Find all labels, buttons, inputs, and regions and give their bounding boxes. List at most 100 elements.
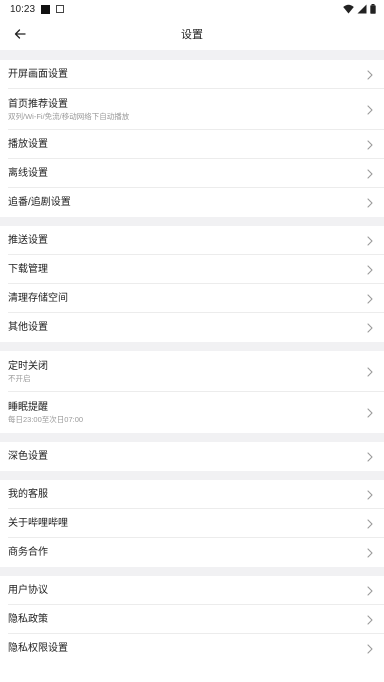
settings-item[interactable]: 关于哔哩哔哩 xyxy=(0,509,384,538)
section-gap xyxy=(0,50,384,60)
settings-item-label: 睡眠提醒 xyxy=(8,401,48,413)
settings-item-texts: 离线设置 xyxy=(8,167,48,180)
notification-box-icon xyxy=(56,5,65,13)
settings-item-label: 用户协议 xyxy=(8,585,48,596)
settings-item-texts: 定时关闭 不开启 xyxy=(8,360,48,384)
settings-item-texts: 睡眠提醒 每日23:00至次日07:00 xyxy=(8,401,83,425)
battery-icon xyxy=(370,4,376,14)
settings-item-label: 清理存储空间 xyxy=(8,293,68,304)
settings-item-subtitle: 每日23:00至次日07:00 xyxy=(8,414,84,424)
chevron-right-icon xyxy=(365,69,375,81)
settings-item[interactable]: 下载管理 xyxy=(0,255,384,284)
settings-item[interactable]: 用户协议 xyxy=(0,576,384,605)
chevron-right-icon xyxy=(365,547,375,559)
chevron-right-icon xyxy=(365,366,375,378)
settings-group: 我的客服关于哔哩哔哩 商务合作 xyxy=(0,480,384,567)
settings-list: 开屏画面设置 首页推荐设置 双列/Wi-Fi/免流/移动网络下自动播放 播放设置 离线设… xyxy=(0,60,384,663)
chevron-right-icon xyxy=(365,643,375,655)
settings-item-label: 开屏画面设置 xyxy=(8,69,68,80)
settings-item[interactable]: 定时关闭 不开启 xyxy=(0,351,384,392)
settings-item-texts: 商务合作 xyxy=(8,546,48,559)
chevron-right-icon xyxy=(365,139,375,151)
settings-group: 开屏画面设置 首页推荐设置 双列/Wi-Fi/免流/移动网络下自动播放 播放设置 离线设… xyxy=(0,60,384,217)
chevron-right-icon xyxy=(365,264,375,276)
settings-item[interactable]: 我的客服 xyxy=(0,480,384,509)
settings-item-texts: 播放设置 xyxy=(8,138,48,151)
settings-item-texts: 下载管理 xyxy=(8,263,48,276)
section-gap xyxy=(0,217,384,226)
settings-group: 推送设置下载管理清理存储空间 其他设置 xyxy=(0,226,384,342)
section-gap xyxy=(0,567,384,576)
settings-item[interactable]: 隐私权限设置 xyxy=(0,634,384,663)
settings-item-texts: 我的客服 xyxy=(8,488,48,501)
settings-item-texts: 清理存储空间 xyxy=(8,292,68,305)
settings-item[interactable]: 隐私政策 xyxy=(0,605,384,634)
chevron-right-icon xyxy=(365,197,375,209)
settings-item-texts: 开屏画面设置 xyxy=(8,68,68,81)
settings-item-label: 下载管理 xyxy=(8,264,48,275)
settings-item[interactable]: 播放设置 xyxy=(0,130,384,159)
chevron-right-icon xyxy=(365,235,375,247)
section-gap xyxy=(0,471,384,480)
settings-item[interactable]: 首页推荐设置 双列/Wi-Fi/免流/移动网络下自动播放 xyxy=(0,89,384,130)
back-arrow-icon xyxy=(14,29,26,39)
settings-item-label: 离线设置 xyxy=(8,168,48,179)
settings-item[interactable]: 其他设置 xyxy=(0,313,384,342)
page-title: 设置 xyxy=(181,29,203,41)
notification-square-icon xyxy=(41,4,51,14)
settings-item-label: 推送设置 xyxy=(8,235,48,246)
settings-item-texts: 推送设置 xyxy=(8,234,48,247)
wifi-icon xyxy=(343,4,354,14)
chevron-right-icon xyxy=(365,585,375,597)
section-gap xyxy=(0,433,384,442)
cellular-icon xyxy=(357,4,367,14)
settings-item-texts: 隐私政策 xyxy=(8,613,48,626)
chevron-right-icon xyxy=(365,104,375,116)
settings-item[interactable]: 商务合作 xyxy=(0,538,384,567)
settings-item-texts: 其他设置 xyxy=(8,321,48,334)
status-bar: 10:23 xyxy=(0,0,384,18)
settings-item[interactable]: 开屏画面设置 xyxy=(0,60,384,89)
settings-item-label: 首页推荐设置 xyxy=(8,98,68,110)
settings-item-label: 定时关闭 xyxy=(8,360,48,372)
chevron-right-icon xyxy=(365,322,375,334)
settings-item-label: 隐私政策 xyxy=(8,614,48,625)
chevron-right-icon xyxy=(365,518,375,530)
chevron-right-icon xyxy=(365,489,375,501)
settings-item-label: 商务合作 xyxy=(8,547,48,558)
settings-item[interactable]: 清理存储空间 xyxy=(0,284,384,313)
settings-item-label: 深色设置 xyxy=(8,451,48,462)
settings-item-subtitle: 不开启 xyxy=(8,373,31,383)
back-button[interactable] xyxy=(0,18,40,50)
settings-item-label: 播放设置 xyxy=(8,139,48,150)
chevron-right-icon xyxy=(365,168,375,180)
settings-item-subtitle: 双列/Wi-Fi/免流/移动网络下自动播放 xyxy=(8,111,130,121)
status-time: 10:23 xyxy=(10,3,36,15)
settings-item[interactable]: 追番/追剧设置 xyxy=(0,188,384,217)
settings-item-label: 关于哔哩哔哩 xyxy=(8,518,68,529)
settings-item[interactable]: 离线设置 xyxy=(0,159,384,188)
settings-group: 深色设置 xyxy=(0,442,384,471)
settings-item-label: 隐私权限设置 xyxy=(8,643,68,654)
chevron-right-icon xyxy=(365,451,375,463)
settings-item[interactable]: 推送设置 xyxy=(0,226,384,255)
chevron-right-icon xyxy=(365,614,375,626)
chevron-right-icon xyxy=(365,407,375,419)
settings-item-texts: 隐私权限设置 xyxy=(8,642,68,655)
chevron-right-icon xyxy=(365,293,375,305)
settings-item-label: 追番/追剧设置 xyxy=(8,197,71,208)
settings-item-label: 其他设置 xyxy=(8,322,48,333)
settings-item-label: 我的客服 xyxy=(8,489,48,500)
app-bar: 设置 xyxy=(0,18,384,50)
settings-item[interactable]: 深色设置 xyxy=(0,442,384,471)
settings-item-texts: 用户协议 xyxy=(8,584,48,597)
settings-item-texts: 关于哔哩哔哩 xyxy=(8,517,68,530)
settings-item-texts: 首页推荐设置 双列/Wi-Fi/免流/移动网络下自动播放 xyxy=(8,98,129,122)
settings-group: 定时关闭 不开启睡眠提醒 每日23:00至次日07:00 xyxy=(0,351,384,433)
status-left: 10:23 xyxy=(10,3,65,15)
settings-item-texts: 追番/追剧设置 xyxy=(8,196,71,209)
section-gap xyxy=(0,342,384,351)
status-right xyxy=(343,4,376,14)
settings-item-texts: 深色设置 xyxy=(8,450,48,463)
settings-item[interactable]: 睡眠提醒 每日23:00至次日07:00 xyxy=(0,392,384,433)
